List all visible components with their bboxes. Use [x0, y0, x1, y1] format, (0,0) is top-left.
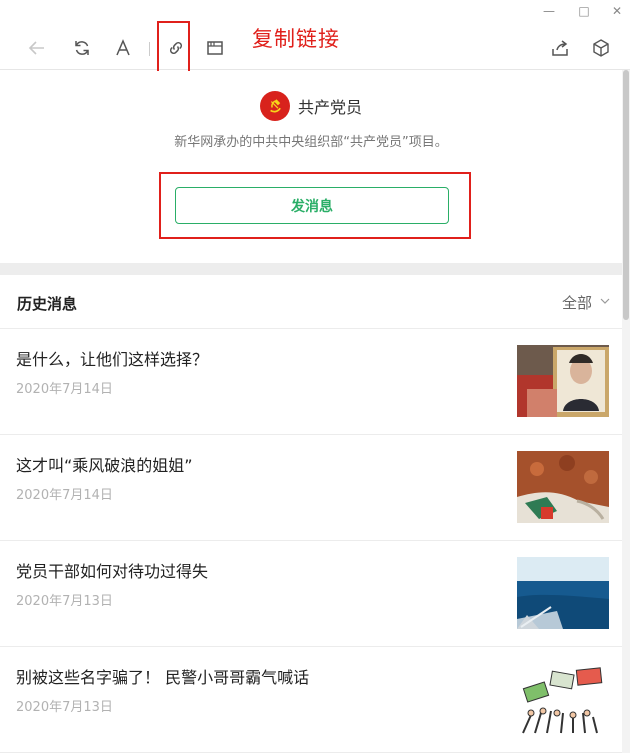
- article-thumbnail-harvest[interactable]: [517, 451, 609, 523]
- font-icon[interactable]: [111, 36, 135, 60]
- article-title[interactable]: 别被这些名字骗了！ 民警小哥哥霸气喊话: [16, 664, 309, 688]
- article-item[interactable]: 这才叫“乘风破浪的姐姐” 2020年7月14日: [0, 435, 622, 541]
- window-controls: — □ ✕: [510, 0, 630, 22]
- history-title: 历史消息: [17, 295, 78, 313]
- close-button[interactable]: ✕: [610, 4, 624, 18]
- account-header: 共产党员: [0, 91, 622, 121]
- article-title[interactable]: 是什么，让他们这样选择？: [16, 346, 208, 370]
- toolbar-divider: [149, 42, 150, 56]
- account-description: 新华网承办的中共中央组织部“共产党员”项目。: [174, 135, 448, 150]
- minimize-button[interactable]: —: [542, 4, 556, 18]
- article-date: 2020年7月14日: [16, 382, 113, 397]
- article-item[interactable]: 是什么，让他们这样选择？ 2020年7月14日: [0, 329, 622, 435]
- back-arrow-icon[interactable]: [25, 36, 49, 60]
- send-message-highlight-box: [159, 172, 471, 239]
- article-date: 2020年7月13日: [16, 700, 113, 715]
- article-title[interactable]: 党员干部如何对待功过得失: [16, 558, 208, 582]
- maximize-button[interactable]: □: [577, 4, 591, 18]
- account-name: 共产党员: [297, 98, 362, 117]
- article-date: 2020年7月13日: [16, 594, 113, 609]
- article-item[interactable]: 党员干部如何对待功过得失 2020年7月13日: [0, 541, 622, 647]
- party-emblem-icon: [259, 91, 290, 121]
- chevron-down-icon: [600, 296, 610, 309]
- article-thumbnail-cartoon[interactable]: [517, 663, 609, 735]
- scrollbar-thumb[interactable]: [623, 70, 629, 320]
- window-icon[interactable]: [203, 36, 227, 60]
- article-title[interactable]: 这才叫“乘风破浪的姐姐”: [16, 452, 193, 476]
- account-profile: 共产党员 新华网承办的中共中央组织部“共产党员”项目。 发消息: [0, 71, 622, 263]
- history-filter-label: 全部: [561, 294, 592, 312]
- history-filter-dropdown[interactable]: 全部: [562, 292, 610, 313]
- refresh-icon[interactable]: [70, 36, 94, 60]
- copy-link-annotation: 复制链接: [252, 27, 340, 51]
- cube-icon[interactable]: [589, 36, 613, 60]
- article-thumbnail-portrait[interactable]: [517, 345, 609, 417]
- history-header: 历史消息 全部: [0, 275, 622, 329]
- article-thumbnail-sea[interactable]: [517, 557, 609, 629]
- article-date: 2020年7月14日: [16, 488, 113, 503]
- section-divider: [0, 263, 622, 275]
- history-messages: 历史消息 全部 是什么，让他们这样选择？ 2020年7月14日 这才叫“乘风破浪…: [0, 275, 622, 753]
- share-icon[interactable]: [548, 36, 572, 60]
- link-highlight-box: [157, 21, 190, 73]
- article-item[interactable]: 别被这些名字骗了！ 民警小哥哥霸气喊话 2020年7月13日: [0, 647, 622, 753]
